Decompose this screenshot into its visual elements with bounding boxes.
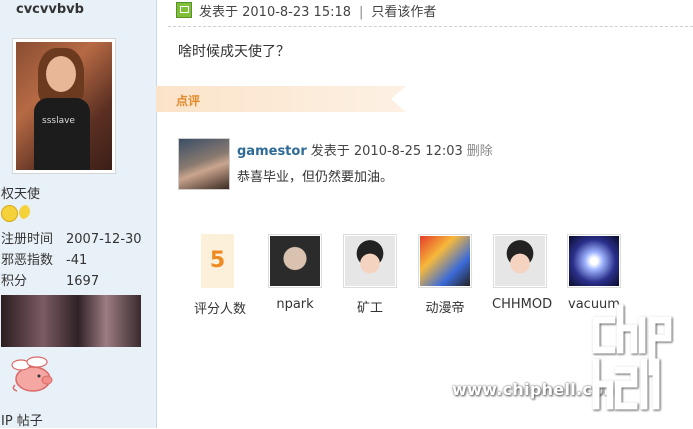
post-status-icon xyxy=(176,2,192,18)
rank-icons xyxy=(1,205,34,222)
user-sidebar: cvcvvbvb ssslave 权天使 注册时间 2007-12-30 邪恶指… xyxy=(0,0,157,429)
comment-text: 恭喜毕业，但仍然要加油。 xyxy=(237,170,394,185)
stat-label: 邪恶指数 xyxy=(1,253,54,268)
rater-name[interactable]: 动漫帝 xyxy=(417,297,473,316)
stat-label: 注册时间 xyxy=(1,232,54,247)
stat-row: 邪恶指数 -41 xyxy=(1,250,151,271)
rater-name[interactable]: 矿工 xyxy=(342,297,398,316)
moon-rank-icon xyxy=(19,205,34,220)
stat-value: -41 xyxy=(66,253,88,268)
cartoon-boy-avatar-icon[interactable] xyxy=(343,234,397,288)
rater-name[interactable]: npark xyxy=(267,297,323,312)
rater-name[interactable]: CHHMOD xyxy=(492,297,552,312)
comment-author-link[interactable]: gamestor xyxy=(237,144,307,159)
stat-value: 1697 xyxy=(66,274,100,289)
username[interactable]: cvcvvbvb xyxy=(16,2,84,17)
comment-meta: gamestor 发表于 2010-8-25 12:03 删除 xyxy=(237,140,493,159)
stat-value: 2007-12-30 xyxy=(66,232,142,247)
anime-avatar-icon[interactable] xyxy=(418,234,472,288)
user-avatar[interactable]: ssslave xyxy=(12,38,116,174)
chiphell-logo-icon xyxy=(592,304,672,410)
post-header: 发表于 2010-8-23 15:18 | 只看该作者 xyxy=(176,2,436,20)
stat-row: 积分 1697 xyxy=(1,271,151,292)
cartoon-boy-avatar-icon[interactable] xyxy=(493,234,547,288)
comment-delete-link[interactable]: 删除 xyxy=(467,144,493,159)
only-author-link[interactable]: 只看该作者 xyxy=(371,5,436,20)
post-body: 啥时候成天使了？ xyxy=(178,44,290,60)
medal-banner-image xyxy=(1,295,141,347)
npark-avatar-icon[interactable] xyxy=(268,234,322,288)
rater-item[interactable]: 矿工 xyxy=(342,234,398,316)
ip-posts-label: IP 帖子 xyxy=(1,414,43,429)
comment-timestamp: 发表于 2010-8-25 12:03 xyxy=(310,144,463,159)
stat-label: 积分 xyxy=(1,274,28,289)
avatar-shirt-text: ssslave xyxy=(42,116,75,126)
review-tag-label: 点评 xyxy=(176,94,201,108)
rating-count-badge: 5 xyxy=(201,234,234,288)
review-section-tag: 点评 xyxy=(156,86,406,112)
post-timestamp: 发表于 2010-8-23 15:18 xyxy=(199,5,352,20)
rater-item[interactable]: npark xyxy=(267,234,323,312)
rater-item[interactable]: 动漫帝 xyxy=(417,234,473,316)
avatar-photo: ssslave xyxy=(16,42,112,170)
post-divider xyxy=(168,26,693,27)
rating-count-label: 评分人数 xyxy=(193,302,246,317)
stat-row: 注册时间 2007-12-30 xyxy=(1,229,151,250)
sun-rank-icon xyxy=(1,205,18,222)
header-separator: | xyxy=(359,5,364,20)
user-stats: 注册时间 2007-12-30 邪恶指数 -41 积分 1697 xyxy=(1,229,151,292)
rater-item[interactable]: CHHMOD xyxy=(492,234,552,312)
user-title: 权天使 xyxy=(1,187,41,202)
flying-pig-icon xyxy=(11,356,53,392)
light-burst-avatar-icon[interactable] xyxy=(567,234,621,288)
commenter-avatar[interactable] xyxy=(178,138,230,190)
